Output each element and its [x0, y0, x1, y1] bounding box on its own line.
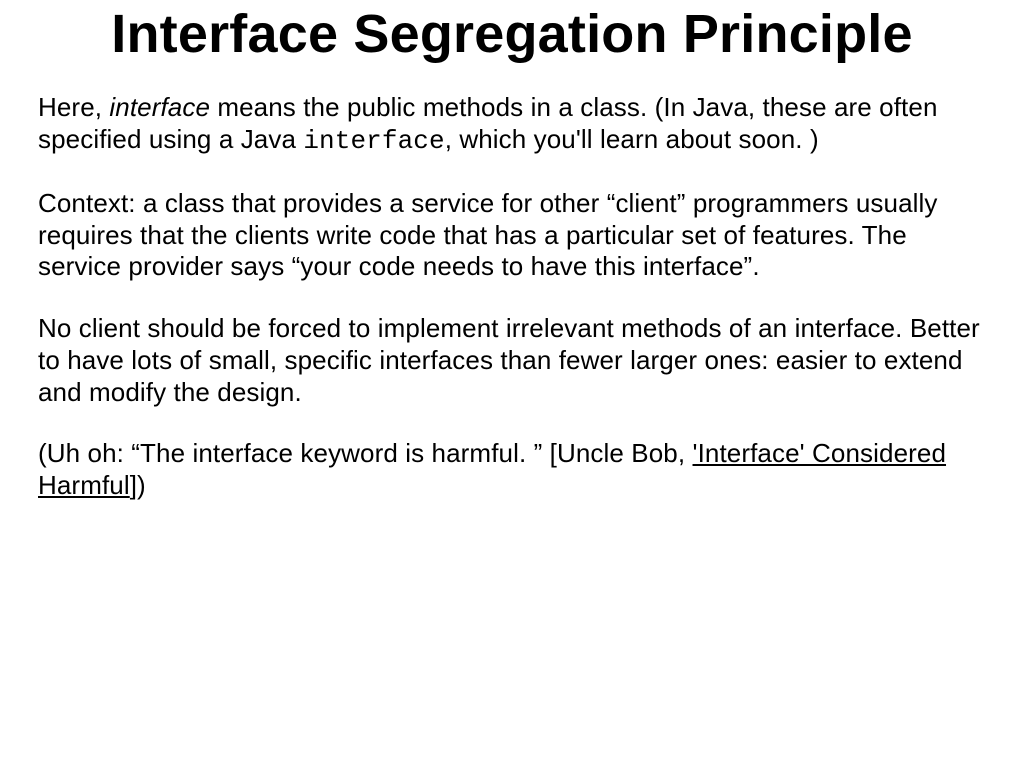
- p1-emphasis-interface: interface: [109, 92, 210, 122]
- p4-text-2: ]): [130, 470, 146, 500]
- slide-body: Here, interface means the public methods…: [38, 92, 986, 501]
- p4-text-1: (Uh oh: “The interface keyword is harmfu…: [38, 438, 693, 468]
- paragraph-2: Context: a class that provides a service…: [38, 188, 986, 283]
- p1-text-3: , which you'll learn about soon. ): [445, 124, 819, 154]
- paragraph-1: Here, interface means the public methods…: [38, 92, 986, 157]
- slide: Interface Segregation Principle Here, in…: [0, 4, 1024, 772]
- paragraph-4: (Uh oh: “The interface keyword is harmfu…: [38, 438, 986, 501]
- paragraph-3: No client should be forced to implement …: [38, 313, 986, 408]
- p1-code-interface: interface: [303, 126, 444, 156]
- p1-text-1: Here,: [38, 92, 109, 122]
- slide-title: Interface Segregation Principle: [38, 4, 986, 64]
